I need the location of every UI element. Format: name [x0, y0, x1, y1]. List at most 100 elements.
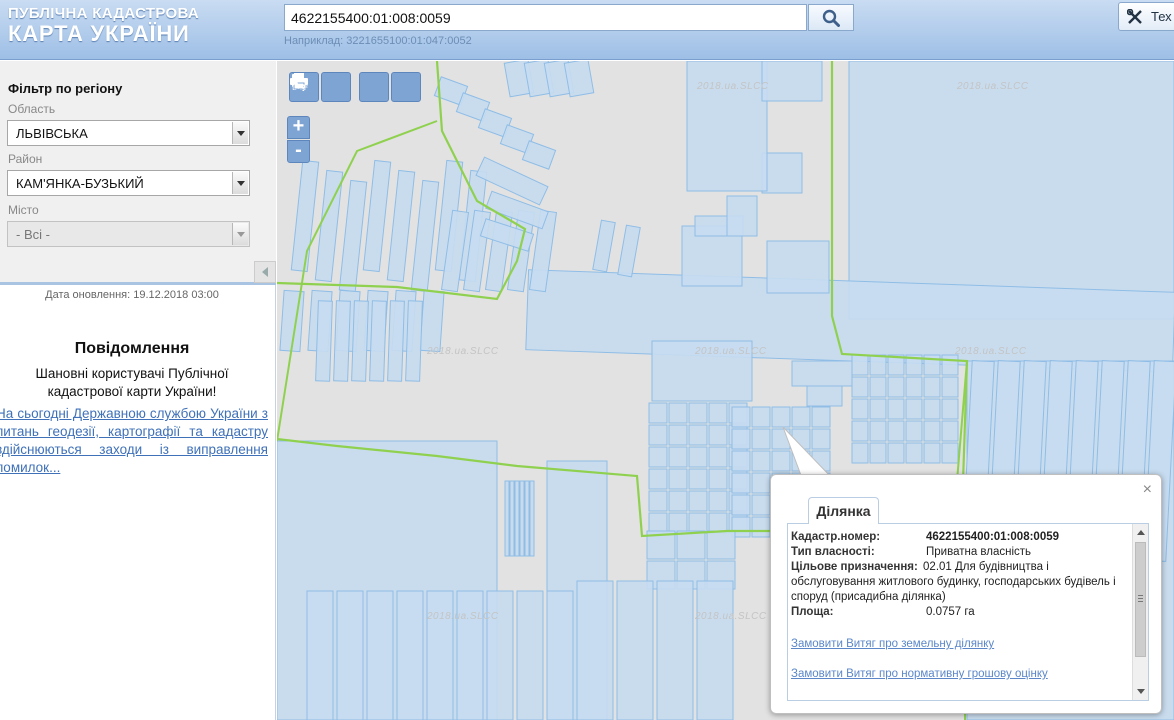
- land-parcel[interactable]: [405, 300, 423, 382]
- land-parcel[interactable]: [887, 442, 905, 464]
- land-parcel[interactable]: [369, 300, 387, 382]
- land-parcel[interactable]: [617, 224, 641, 278]
- land-parcel[interactable]: [751, 450, 771, 472]
- land-parcel[interactable]: [387, 300, 405, 382]
- land-parcel[interactable]: [851, 376, 869, 398]
- zoom-in-button[interactable]: +: [287, 116, 310, 139]
- land-parcel[interactable]: [731, 428, 751, 450]
- order-extract-link[interactable]: Замовити Витяг про земельну ділянку: [791, 638, 1133, 650]
- land-parcel[interactable]: [869, 354, 887, 376]
- collapse-panel-button[interactable]: [254, 261, 276, 283]
- land-parcel[interactable]: [731, 472, 751, 494]
- chevron-down-icon[interactable]: [232, 172, 248, 194]
- notice-link[interactable]: На сьогодні Державною службою України з …: [0, 405, 268, 477]
- land-parcel[interactable]: [851, 398, 869, 420]
- popup-scrollbar[interactable]: [1132, 524, 1148, 700]
- site-logo[interactable]: ПУБЛІЧНА КАДАСТРОВА КАРТА УКРАЇНИ: [8, 6, 199, 45]
- land-parcel[interactable]: [708, 490, 728, 512]
- land-parcel[interactable]: [851, 354, 869, 376]
- land-parcel[interactable]: [887, 398, 905, 420]
- land-parcel[interactable]: [887, 420, 905, 442]
- measure-area-button[interactable]: м²: [292, 72, 351, 102]
- land-parcel[interactable]: [688, 446, 708, 468]
- land-parcel[interactable]: [905, 442, 923, 464]
- land-parcel[interactable]: [751, 472, 771, 494]
- land-parcel[interactable]: [616, 580, 654, 720]
- land-parcel[interactable]: [751, 406, 771, 428]
- tools-button[interactable]: Тех: [1118, 2, 1174, 31]
- land-parcel[interactable]: [941, 398, 959, 420]
- land-parcel[interactable]: [676, 530, 706, 560]
- land-parcel[interactable]: [504, 480, 510, 557]
- land-parcel[interactable]: [731, 494, 751, 516]
- land-parcel[interactable]: [851, 420, 869, 442]
- land-parcel[interactable]: [396, 590, 424, 720]
- land-parcel[interactable]: [708, 468, 728, 490]
- land-parcel[interactable]: [905, 376, 923, 398]
- land-parcel[interactable]: [315, 300, 333, 382]
- land-parcel[interactable]: [869, 420, 887, 442]
- search-button[interactable]: [808, 4, 854, 31]
- land-parcel[interactable]: [806, 385, 843, 407]
- land-parcel[interactable]: [726, 195, 758, 237]
- land-parcel[interactable]: [648, 424, 668, 446]
- land-parcel[interactable]: [529, 480, 535, 557]
- oblast-select[interactable]: ЛЬВІВСЬКА: [7, 120, 250, 146]
- land-parcel[interactable]: [592, 219, 616, 273]
- land-parcel[interactable]: [941, 354, 959, 376]
- land-parcel[interactable]: [696, 580, 734, 720]
- land-parcel[interactable]: [731, 406, 751, 428]
- land-parcel[interactable]: [751, 494, 771, 516]
- land-parcel[interactable]: [923, 442, 941, 464]
- land-parcel[interactable]: [338, 179, 368, 293]
- land-parcel[interactable]: [514, 480, 520, 557]
- land-parcel[interactable]: [923, 376, 941, 398]
- land-parcel[interactable]: [333, 300, 351, 382]
- land-parcel[interactable]: [869, 442, 887, 464]
- land-parcel[interactable]: [519, 480, 525, 557]
- land-parcel[interactable]: [648, 468, 668, 490]
- land-parcel[interactable]: [386, 169, 416, 283]
- land-parcel[interactable]: [306, 590, 334, 720]
- land-parcel[interactable]: [648, 512, 668, 534]
- order-valuation-link[interactable]: Замовити Витяг про нормативну грошову оц…: [791, 668, 1133, 680]
- land-parcel[interactable]: [791, 360, 853, 387]
- land-parcel[interactable]: [905, 398, 923, 420]
- land-parcel[interactable]: [731, 450, 751, 472]
- tab-parcel[interactable]: Ділянка: [808, 497, 879, 524]
- land-parcel[interactable]: [941, 442, 959, 464]
- land-parcel[interactable]: [336, 590, 364, 720]
- land-parcel[interactable]: [656, 580, 694, 720]
- land-parcel[interactable]: [576, 580, 614, 720]
- scroll-down-icon[interactable]: [1137, 689, 1145, 694]
- land-parcel[interactable]: [509, 480, 515, 557]
- land-parcel[interactable]: [751, 516, 771, 538]
- land-parcel[interactable]: [706, 530, 736, 560]
- land-parcel[interactable]: [688, 490, 708, 512]
- land-parcel[interactable]: [941, 376, 959, 398]
- land-parcel[interactable]: [923, 398, 941, 420]
- land-parcel[interactable]: [668, 424, 688, 446]
- land-parcel[interactable]: [351, 300, 369, 382]
- land-parcel[interactable]: [851, 442, 869, 464]
- scroll-thumb[interactable]: [1135, 542, 1146, 657]
- land-parcel[interactable]: [688, 402, 708, 424]
- close-icon[interactable]: ×: [1143, 481, 1152, 499]
- land-parcel[interactable]: [751, 428, 771, 450]
- land-parcel[interactable]: [688, 512, 708, 534]
- land-parcel[interactable]: [766, 240, 830, 294]
- land-parcel[interactable]: [521, 140, 557, 170]
- zoom-out-button[interactable]: -: [287, 140, 310, 163]
- land-parcel[interactable]: [869, 376, 887, 398]
- land-parcel[interactable]: [546, 590, 574, 720]
- land-parcel[interactable]: [648, 446, 668, 468]
- land-parcel[interactable]: [668, 402, 688, 424]
- land-parcel[interactable]: [668, 490, 688, 512]
- land-parcel[interactable]: [869, 398, 887, 420]
- chevron-down-icon[interactable]: [232, 122, 248, 144]
- land-parcel[interactable]: [648, 490, 668, 512]
- land-parcel[interactable]: [524, 480, 530, 557]
- land-parcel[interactable]: [923, 420, 941, 442]
- land-parcel[interactable]: [668, 468, 688, 490]
- land-parcel[interactable]: [516, 590, 544, 720]
